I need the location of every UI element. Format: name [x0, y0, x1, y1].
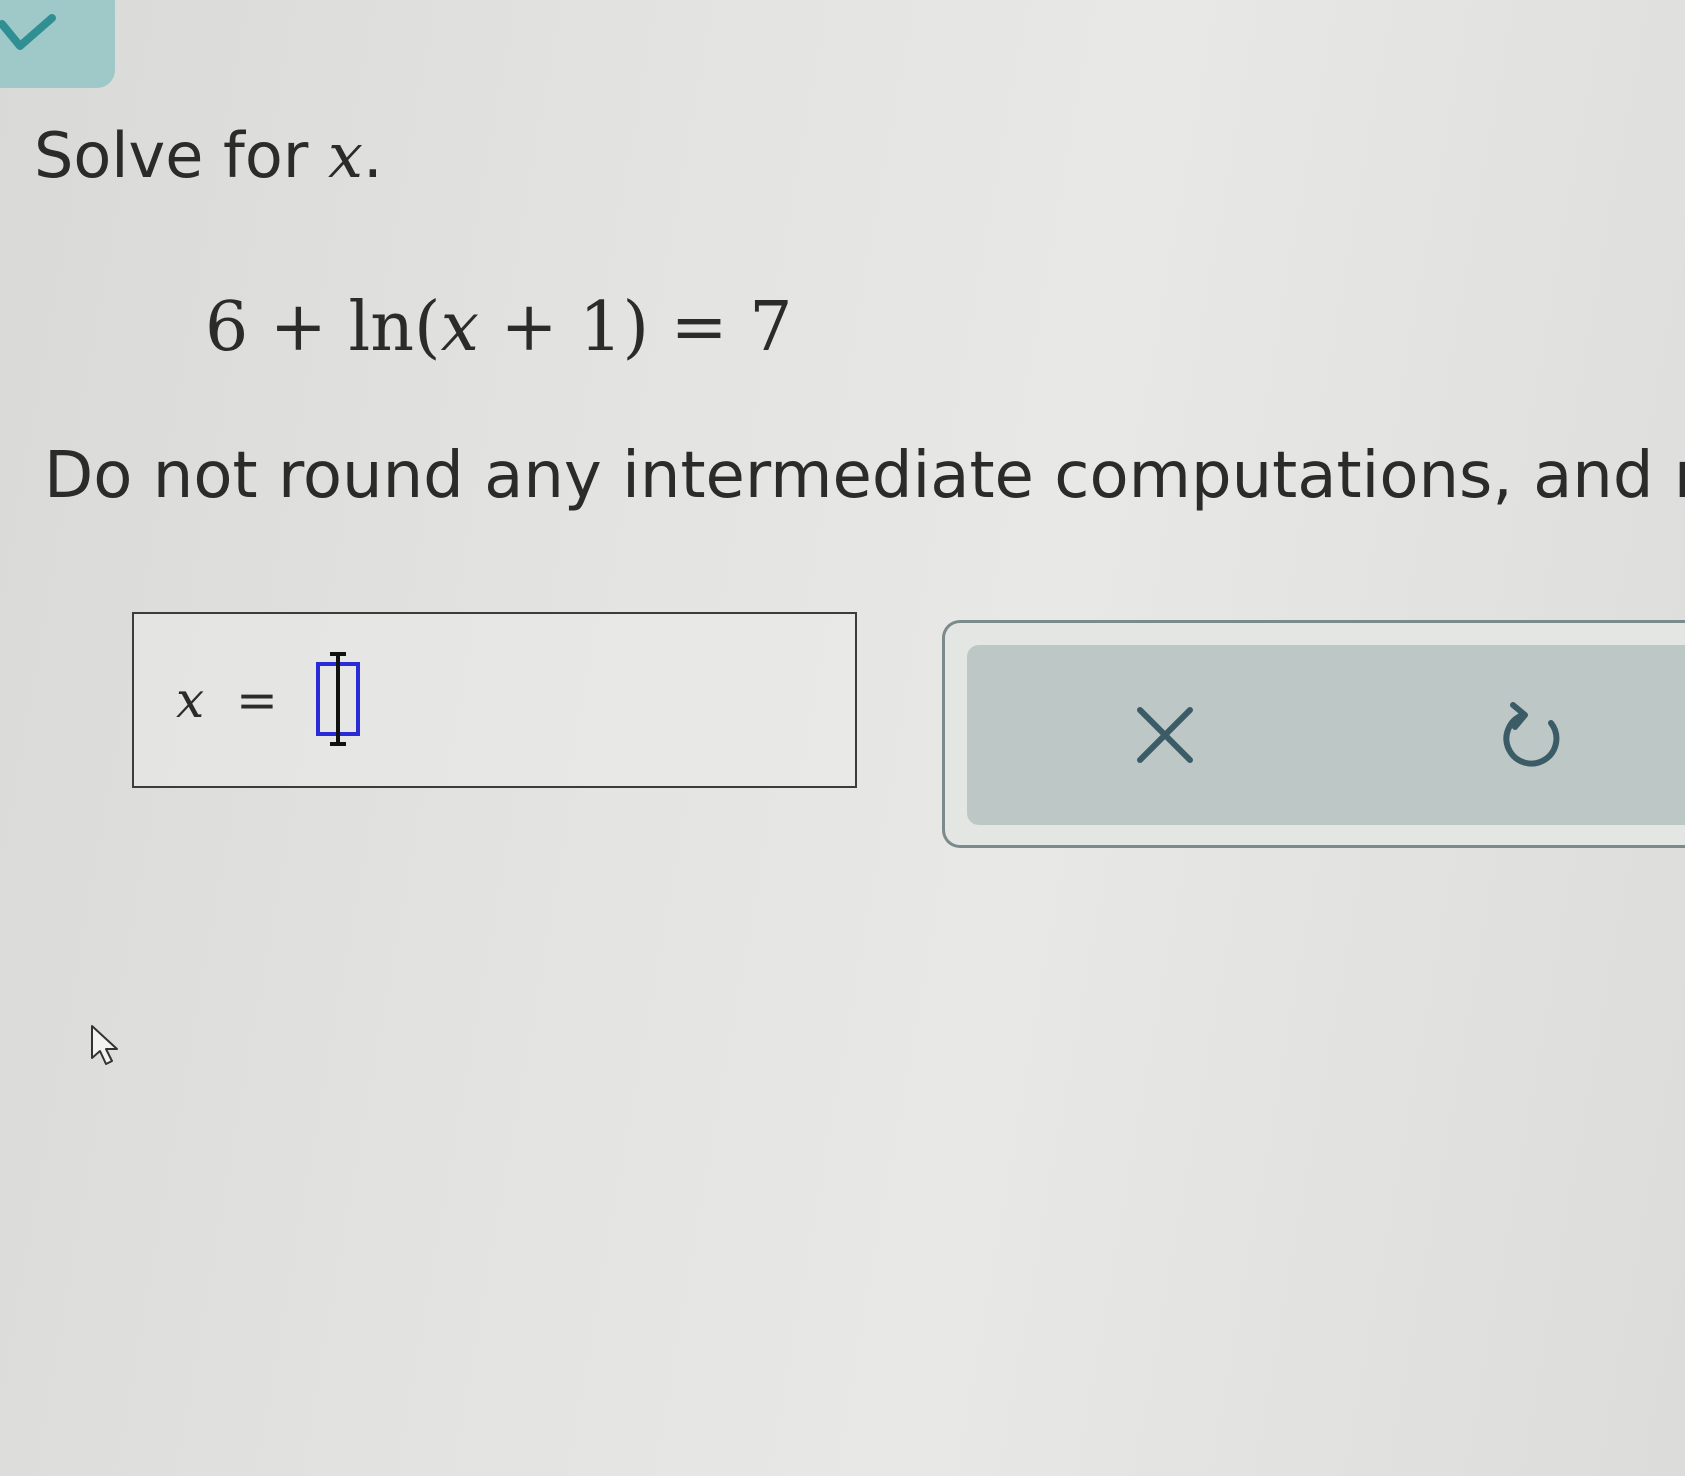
equation-rhs: 7: [749, 288, 793, 367]
tool-panel: [942, 620, 1685, 848]
text-cursor: [330, 652, 346, 746]
mouse-pointer-icon: [91, 1025, 118, 1065]
prompt-suffix: .: [362, 119, 383, 192]
prompt-variable: x: [328, 119, 363, 192]
equation-func: ln: [348, 288, 415, 367]
answer-input[interactable]: [316, 650, 360, 748]
chevron-down-icon: [0, 14, 56, 50]
equation-plus-2: +: [500, 288, 558, 367]
close-icon: [1137, 707, 1193, 763]
instruction-text: Do not round any intermediate computatio…: [44, 439, 1685, 513]
answer-variable: x: [176, 671, 205, 729]
undo-button[interactable]: [1483, 685, 1583, 785]
equation-variable: x: [440, 288, 479, 367]
equation-one: 1: [579, 288, 623, 367]
equation-close-paren: ): [622, 288, 649, 367]
answer-label: x =: [176, 670, 278, 730]
answer-equals: =: [236, 671, 278, 729]
collapse-toggle[interactable]: [0, 0, 115, 88]
question-prompt: Solve for x.: [34, 118, 383, 194]
equation: 6 + ln(x + 1) = 7: [205, 288, 792, 368]
equation-open-paren: (: [414, 288, 441, 367]
equation-plus: +: [269, 288, 327, 367]
clear-button[interactable]: [1115, 685, 1215, 785]
prompt-prefix: Solve for: [34, 119, 329, 192]
answer-box[interactable]: x =: [132, 612, 857, 788]
equation-equals: =: [670, 288, 728, 367]
equation-constant: 6: [205, 288, 249, 367]
tool-bar: [967, 645, 1685, 825]
undo-icon: [1503, 702, 1560, 767]
